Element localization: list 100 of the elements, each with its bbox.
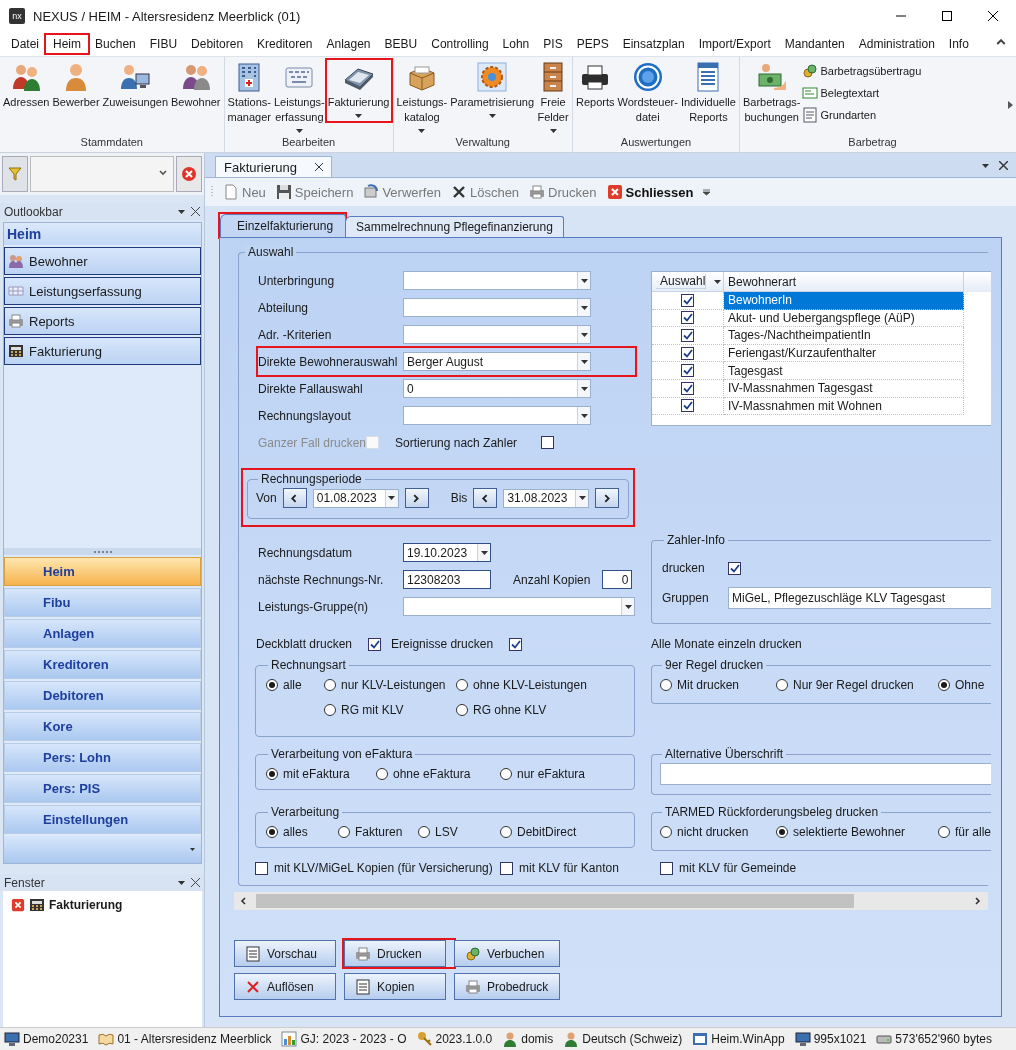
option-label[interactable]: LSV [435, 824, 458, 839]
action-button[interactable]: Drucken [344, 940, 446, 967]
next-button[interactable] [595, 488, 620, 508]
option-label[interactable]: für alle [955, 824, 992, 839]
option-label[interactable]: nicht drucken [677, 824, 749, 839]
checkbox[interactable] [541, 436, 555, 449]
input-field[interactable] [660, 763, 992, 785]
option-label[interactable]: Nur 9er Regel drucken [793, 677, 914, 692]
input-field[interactable]: MiGeL, Pflegezuschläge KLV Tagesgast [728, 587, 992, 609]
menu-item[interactable]: BEBU [377, 35, 425, 53]
action-button[interactable]: Verbuchen [454, 940, 560, 967]
radio-button[interactable] [660, 678, 672, 691]
ribbon-button[interactable]: Parametrisierung [449, 60, 536, 121]
table-cell[interactable]: IV-Massnahmen Tagesgast [724, 379, 964, 398]
checkbox[interactable] [368, 637, 382, 651]
checkbox-option[interactable]: mit KLV für Gemeinde [660, 861, 797, 875]
action-button[interactable]: Probedruck [454, 973, 560, 1000]
next-button[interactable] [404, 488, 429, 508]
dropdown-field[interactable]: Berger August [403, 352, 591, 371]
table-cell[interactable]: Akut- und Uebergangspflege (AüP) [724, 309, 964, 328]
ribbon-button[interactable]: Reports [575, 60, 616, 111]
table-header-cell[interactable]: Auswahl [652, 272, 724, 292]
menu-item[interactable]: Administration [851, 35, 942, 53]
menu-item[interactable]: Lohn [495, 35, 537, 53]
ribbon-button[interactable]: Freie Felder [536, 60, 571, 136]
option-label[interactable]: DebitDirect [517, 824, 577, 839]
option-label[interactable]: selektierte Bewohner [793, 824, 906, 839]
checkbox[interactable] [660, 861, 673, 875]
tab[interactable]: Sammelrechnung Pflegefinanzierung [345, 216, 564, 237]
nav-button[interactable]: Einstellungen [4, 805, 201, 834]
option-label[interactable]: Ohne [955, 677, 985, 692]
close-icon[interactable] [315, 163, 323, 171]
radio-button[interactable] [266, 678, 278, 691]
ribbon-button[interactable]: Barbetragsübertragu [802, 61, 922, 80]
nav-item[interactable]: Reports [4, 307, 201, 335]
option-label[interactable]: alles [283, 824, 308, 839]
radio-button[interactable] [324, 678, 336, 691]
ribbon-button[interactable]: Individuelle Reports [679, 60, 737, 126]
horizontal-scrollbar[interactable] [234, 892, 988, 910]
menu-item[interactable]: Anlagen [319, 35, 378, 53]
nav-button[interactable]: Heim [4, 557, 201, 586]
nav-button[interactable]: Anlagen [4, 619, 201, 648]
option-label[interactable]: mit eFaktura [283, 766, 350, 781]
menu-item[interactable]: Heim [46, 35, 89, 53]
toolbar-button[interactable]: Schliessen [606, 184, 694, 200]
ribbon-button[interactable]: Stations- manager [226, 60, 272, 126]
dropdown-field[interactable] [403, 597, 635, 616]
close-icon[interactable] [999, 161, 1008, 170]
ribbon-button[interactable]: Zuweisungen [101, 60, 169, 111]
table-cell[interactable]: Tages-/NachtheimpatientIn [724, 327, 964, 345]
checkbox-option[interactable]: mit KLV/MiGeL Kopien (für Versicherung) [255, 861, 500, 875]
checkbox-option[interactable]: mit KLV für Kanton [500, 861, 660, 875]
date-field[interactable]: 19.10.2023 [403, 543, 491, 562]
checkbox[interactable] [681, 381, 694, 395]
nav-button[interactable]: Debitoren [4, 681, 201, 710]
dropdown-field[interactable] [30, 156, 174, 192]
ribbon-button[interactable]: Leistungs- erfassung [272, 60, 326, 136]
menu-item[interactable]: FIBU [142, 35, 185, 53]
option-label[interactable]: Mit drucken [677, 677, 740, 692]
nav-item[interactable]: Leistungserfassung [4, 277, 201, 305]
radio-button[interactable] [266, 825, 278, 838]
clear-button[interactable] [176, 156, 202, 192]
close-icon[interactable] [191, 878, 200, 887]
dropdown-field[interactable]: 0 [403, 379, 591, 398]
scroll-right-icon[interactable] [1008, 101, 1013, 109]
table-cell[interactable]: IV-Massnahmen mit Wohnen [724, 397, 964, 416]
option-label[interactable]: ohne eFaktura [393, 766, 471, 781]
menu-item[interactable]: Mandanten [777, 35, 852, 53]
menu-item[interactable]: Einsatzplan [615, 35, 692, 53]
menu-item[interactable]: Buchen [88, 35, 143, 53]
checkbox[interactable] [255, 861, 268, 875]
action-button[interactable]: Vorschau [234, 940, 336, 967]
checkbox[interactable] [681, 293, 694, 307]
action-button[interactable]: Auflösen [234, 973, 336, 1000]
toolbar-overflow-icon[interactable] [703, 188, 711, 196]
splitter-handle[interactable] [4, 548, 201, 555]
option-label[interactable]: nur eFaktura [517, 766, 586, 781]
ribbon-button[interactable]: Bewohner [170, 60, 222, 111]
menu-item[interactable]: PEPS [569, 35, 616, 53]
nav-button[interactable]: Pers: PIS [4, 774, 201, 803]
close-icon[interactable] [191, 207, 200, 216]
dropdown-field[interactable] [403, 325, 591, 344]
input-field[interactable]: 0 [602, 570, 633, 589]
checkbox[interactable] [681, 346, 694, 360]
menu-item[interactable]: PIS [536, 35, 570, 53]
option-label[interactable]: nur KLV-Leistungen [341, 677, 446, 692]
ribbon-button[interactable]: Adressen [2, 60, 51, 111]
radio-button[interactable] [338, 825, 350, 838]
radio-button[interactable] [776, 825, 788, 838]
dropdown-field[interactable] [403, 298, 591, 317]
input-field[interactable]: 12308203 [403, 570, 491, 589]
menu-item[interactable]: Controlling [424, 35, 496, 53]
document-tab[interactable]: Fakturierung [215, 156, 332, 177]
option-label[interactable]: Fakturen [355, 824, 403, 839]
table-cell[interactable]: Feriengast/Kurzaufenthalter [724, 344, 964, 363]
table-cell[interactable]: BewohnerIn [724, 292, 964, 310]
option-label[interactable]: RG ohne KLV [473, 702, 547, 717]
radio-button[interactable] [456, 678, 468, 691]
radio-button[interactable] [500, 767, 512, 780]
checkbox[interactable] [500, 861, 513, 875]
